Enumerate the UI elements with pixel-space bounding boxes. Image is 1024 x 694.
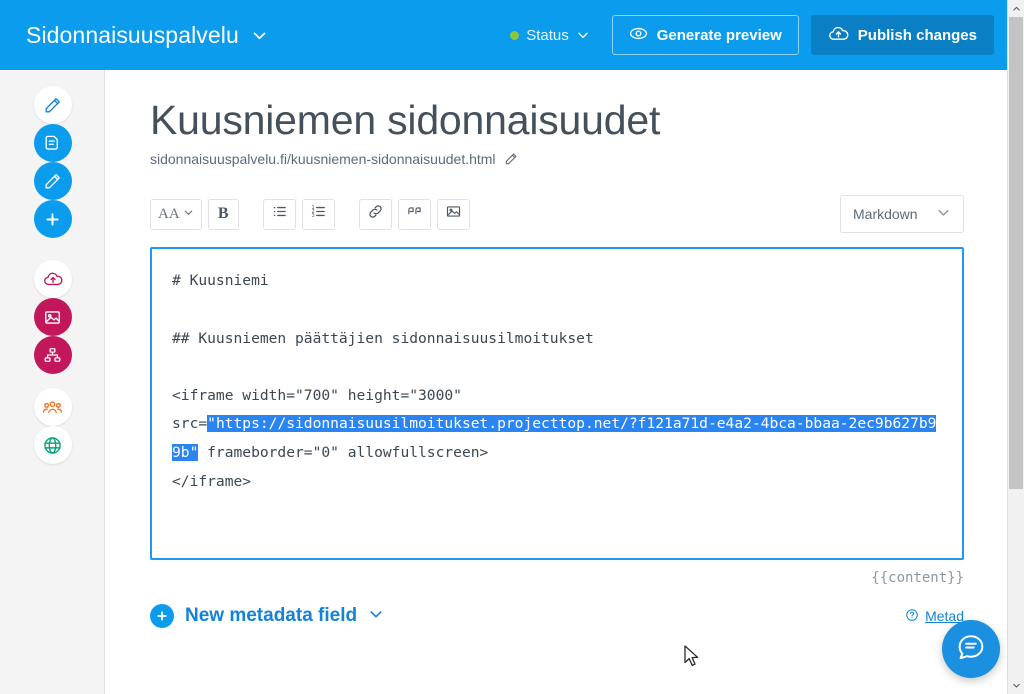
numbered-list-button[interactable]: 123 — [301, 198, 335, 230]
eye-icon — [629, 24, 648, 47]
cloud-upload-icon — [33, 260, 72, 298]
link-icon — [367, 203, 384, 225]
chevron-down-icon — [183, 205, 194, 223]
metadata-help-link[interactable]: Metad — [905, 608, 964, 625]
code-line-3: ## Kuusniemen päättäjien sidonnaisuusilm… — [172, 329, 594, 347]
brand-menu[interactable]: Sidonnaisuuspalvelu — [26, 22, 268, 49]
scrollbar-up-button[interactable] — [1008, 0, 1024, 17]
bold-label: B — [217, 205, 229, 223]
format-select-value: Markdown — [853, 206, 918, 223]
content-token-label: {{content}} — [871, 570, 964, 587]
toolbar-right: Markdown — [840, 195, 964, 234]
sitemap-icon — [33, 336, 72, 374]
new-metadata-field-button[interactable]: New metadata field — [150, 604, 384, 629]
font-size-button[interactable]: AA — [150, 198, 202, 230]
bullet-list-icon — [271, 203, 288, 225]
status-menu[interactable]: Status — [510, 27, 590, 44]
brand-title: Sidonnaisuuspalvelu — [26, 21, 239, 48]
chevron-up-icon — [1012, 6, 1020, 11]
chat-bubble-icon — [955, 631, 987, 668]
format-select[interactable]: Markdown — [840, 195, 964, 234]
sidebar-item-publish[interactable] — [0, 260, 105, 298]
chevron-down-icon — [936, 205, 951, 223]
page-url-row: sidonnaisuuspalvelu.fi/kuusniemen-sidonn… — [150, 151, 964, 167]
main-content: Kuusniemen sidonnaisuudet sidonnaisuuspa… — [106, 70, 1008, 694]
editor-toolbar: AA B 1 2 3 Markdown — [150, 195, 964, 234]
sidebar-item-users[interactable] — [0, 388, 105, 426]
toolbar-group-lists: 123 — [262, 198, 335, 230]
publish-changes-button[interactable]: Publish changes — [810, 15, 994, 55]
document-icon — [33, 124, 72, 162]
quote-icon — [406, 203, 423, 225]
quote-button[interactable] — [397, 198, 431, 230]
bullet-list-button[interactable] — [262, 198, 296, 230]
pencil-icon — [33, 86, 72, 124]
scrollbar-track[interactable] — [1008, 489, 1024, 677]
generate-preview-button[interactable]: Generate preview — [611, 15, 799, 55]
app-header: Sidonnaisuuspalvelu Status Generate prev… — [0, 0, 1008, 70]
toolbar-group-insert — [358, 198, 470, 230]
page-title: Kuusniemen sidonnaisuudet — [150, 97, 661, 143]
editor-wrapper: AA B 1 2 3 Markdown # Kuusniemi ## Kuusn… — [150, 195, 964, 629]
sidebar-item-edit[interactable] — [0, 86, 105, 124]
pencil-icon[interactable] — [504, 152, 518, 166]
code-line-5: <iframe width="700" height="3000" — [172, 386, 462, 404]
left-sidebar — [0, 70, 105, 694]
page-url: sidonnaisuuspalvelu.fi/kuusniemen-sidonn… — [150, 151, 496, 168]
plus-icon — [150, 604, 174, 629]
toolbar-group-text: AA B — [150, 198, 239, 230]
publish-changes-label: Publish changes — [857, 26, 977, 44]
scrollbar-thumb[interactable] — [1009, 17, 1023, 489]
markdown-editor[interactable]: # Kuusniemi ## Kuusniemen päättäjien sid… — [150, 247, 964, 561]
new-metadata-field-label: New metadata field — [185, 605, 358, 627]
code-line-1: # Kuusniemi — [172, 272, 269, 290]
help-circle-icon — [905, 608, 919, 625]
cloud-upload-icon — [828, 23, 849, 48]
image-icon — [445, 203, 462, 225]
globe-icon — [33, 426, 72, 464]
image-button[interactable] — [436, 198, 470, 230]
status-dot-icon — [510, 30, 520, 40]
sidebar-item-site[interactable] — [0, 426, 105, 464]
chevron-down-icon — [576, 28, 590, 42]
numbered-list-icon: 123 — [310, 203, 327, 225]
image-icon — [33, 298, 72, 336]
code-line-6-prefix: src= — [172, 415, 208, 433]
scrollbar-down-button[interactable] — [1008, 677, 1024, 694]
font-size-label: AA — [158, 205, 180, 222]
generate-preview-label: Generate preview — [656, 26, 782, 44]
svg-text:3: 3 — [311, 214, 314, 220]
code-line-7: </iframe> — [172, 472, 252, 490]
status-label: Status — [526, 26, 569, 44]
sidebar-item-media[interactable] — [0, 298, 105, 336]
sidebar-item-sitemap[interactable] — [0, 336, 105, 374]
code-line-6-suffix: frameborder="0" allowfullscreen> — [198, 443, 489, 461]
chat-widget-button[interactable] — [942, 620, 1000, 678]
sidebar-item-add[interactable] — [0, 200, 105, 238]
people-icon — [33, 388, 72, 426]
editor-footer: New metadata field Metad — [150, 604, 964, 629]
editor-content: # Kuusniemi ## Kuusniemen päättäjien sid… — [172, 267, 942, 496]
chevron-down-icon — [368, 606, 384, 627]
bold-button[interactable]: B — [207, 198, 239, 230]
sidebar-item-page[interactable] — [0, 124, 105, 162]
link-button[interactable] — [358, 198, 392, 230]
pencil-icon — [33, 162, 72, 200]
chevron-down-icon — [1012, 683, 1020, 688]
plus-icon — [33, 200, 72, 238]
chevron-down-icon — [251, 27, 268, 44]
sidebar-divider-2 — [0, 374, 104, 388]
sidebar-divider-1 — [0, 238, 104, 260]
page-scrollbar[interactable] — [1007, 0, 1024, 694]
sidebar-item-edit-content[interactable] — [0, 162, 105, 200]
app-root: Sidonnaisuuspalvelu Status Generate prev… — [0, 0, 1024, 694]
